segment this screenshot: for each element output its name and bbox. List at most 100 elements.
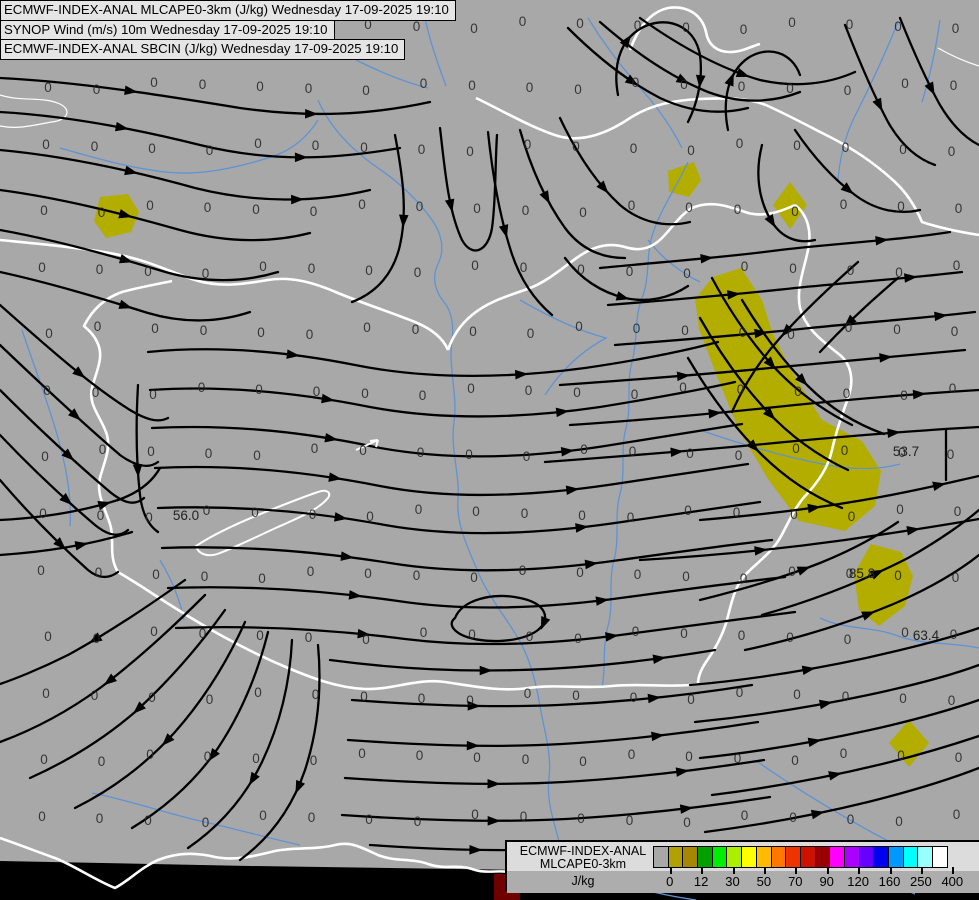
legend-color-box <box>726 846 743 868</box>
station-value-label: 0 <box>198 380 206 395</box>
station-value-label: 0 <box>575 319 583 334</box>
station-value-label: 0 <box>205 446 213 461</box>
station-value-label: 0 <box>256 628 264 643</box>
station-value-label: 0 <box>525 383 533 398</box>
station-value-label: 0 <box>305 81 313 96</box>
legend-tick <box>858 867 861 874</box>
station-value-label: 0 <box>199 77 207 92</box>
station-value-label: 0 <box>94 319 102 334</box>
station-value-label: 0 <box>792 441 800 456</box>
station-value-label: 0 <box>626 813 634 828</box>
legend-color-box <box>932 846 948 868</box>
station-value-label: 0 <box>148 141 156 156</box>
station-value-label: 0 <box>365 263 373 278</box>
station-value-label: 0 <box>202 815 210 830</box>
legend-color-box <box>858 846 875 868</box>
station-value-label: 0 <box>840 746 848 761</box>
station-value-label: 0 <box>39 506 47 521</box>
station-value-label: 0 <box>954 504 962 519</box>
station-value-label: 0 <box>313 384 321 399</box>
station-value-label: 0 <box>629 444 637 459</box>
station-value-label: 0 <box>38 260 46 275</box>
weather-map-page: 0 0 0 0 0 0 0 0 0 0 0 0 0 0 0 0 0 0 0 0 0 0 0 0 0 0 0 0 0 0 0 0 0 0 0 0 0 0 0 0… <box>0 0 979 900</box>
station-value-label: 0 <box>791 753 799 768</box>
legend-color-box <box>697 846 713 868</box>
legend-tick <box>889 867 892 874</box>
station-value-label: 0 <box>847 263 855 278</box>
station-value-label: 0 <box>414 265 422 280</box>
station-value-label: 0 <box>365 812 373 827</box>
header-line-sbcin: ECMWF-INDEX-ANAL SBCIN (J/kg) Wednesday … <box>0 39 406 60</box>
station-value-label: 0 <box>521 506 529 521</box>
station-value-label: 0 <box>206 692 214 707</box>
header-line-mlcape: ECMWF-INDEX-ANAL MLCAPE0-3km (J/kg) Wedn… <box>0 0 456 21</box>
station-value-label: 0 <box>360 140 368 155</box>
station-value-label: 0 <box>685 200 693 215</box>
station-value-label: 0 <box>738 628 746 643</box>
station-value-label: 0 <box>307 564 315 579</box>
station-value-label: 0 <box>40 752 48 767</box>
station-value-label: 0 <box>685 749 693 764</box>
legend-color-box <box>814 846 831 868</box>
station-value-label: 0 <box>418 691 426 706</box>
station-value-label: 0 <box>896 502 904 517</box>
legend-tick <box>732 867 735 874</box>
station-value-label: 0 <box>362 83 370 98</box>
header-line-synop-wind: SYNOP Wind (m/s) 10m Wednesday 17-09-202… <box>0 19 335 40</box>
station-value-label: 0 <box>687 143 695 158</box>
legend-color-box <box>829 846 845 868</box>
station-value-label: 0 <box>312 138 320 153</box>
station-value-label: 0 <box>472 504 480 519</box>
station-value-label: 0 <box>145 510 153 525</box>
legend-color-box <box>888 846 904 868</box>
station-value-label: 0 <box>253 448 261 463</box>
legend-color-box <box>873 846 889 868</box>
station-value-label: 0 <box>845 320 853 335</box>
station-value-label: 0 <box>894 19 902 34</box>
station-value-label: 0 <box>680 626 688 641</box>
station-value-label: 0 <box>522 752 530 767</box>
station-value-label: 0 <box>683 815 691 830</box>
station-value-label: 0 <box>787 327 795 342</box>
station-value-label: 0 <box>206 143 214 158</box>
station-value-label: 0 <box>632 75 640 90</box>
station-value-label: 0 <box>741 259 749 274</box>
station-value-label: 0 <box>251 505 259 520</box>
station-value-label: 0 <box>740 571 748 586</box>
station-value-label: 0 <box>473 750 481 765</box>
station-value-label: 0 <box>204 749 212 764</box>
station-value-label: 0 <box>148 690 156 705</box>
station-value-label: 0 <box>40 203 48 218</box>
station-value-label: 0 <box>895 814 903 829</box>
station-value-label: 0 <box>844 632 852 647</box>
station-value-label: 0 <box>45 326 53 341</box>
station-value-label: 0 <box>786 630 794 645</box>
station-value-label: 0 <box>953 258 961 273</box>
legend-panel: ECMWF-INDEX-ANAL MLCAPE0-3km J/kg 0 12 30 5… <box>505 840 979 893</box>
station-value-label: 0 <box>733 505 741 520</box>
station-value-label: 0 <box>95 565 103 580</box>
station-value-label: 0 <box>310 204 318 219</box>
station-value-label: 0 <box>526 629 534 644</box>
station-value-label: 0 <box>96 262 104 277</box>
station-value-label: 0 <box>91 139 99 154</box>
station-value-label: 0 <box>682 569 690 584</box>
station-value-label: 0 <box>412 322 420 337</box>
station-value-label: 0 <box>150 624 158 639</box>
station-value-label: 0 <box>632 624 640 639</box>
station-value-label: 0 <box>150 75 158 90</box>
station-value-label: 0 <box>634 18 642 33</box>
legend-tick <box>669 867 672 874</box>
cin-value-label: 63.4 <box>913 628 940 643</box>
legend-color-box <box>902 846 919 868</box>
station-value-label: 0 <box>736 136 744 151</box>
station-value-label: 0 <box>786 81 794 96</box>
station-value-label: 0 <box>893 322 901 337</box>
station-value-label: 0 <box>358 197 366 212</box>
station-value-label: 0 <box>420 625 428 640</box>
station-value-label: 0 <box>628 747 636 762</box>
station-value-label: 0 <box>737 382 745 397</box>
station-value-label: 0 <box>634 567 642 582</box>
station-value-label: 0 <box>897 199 905 214</box>
station-value-label: 0 <box>843 386 851 401</box>
